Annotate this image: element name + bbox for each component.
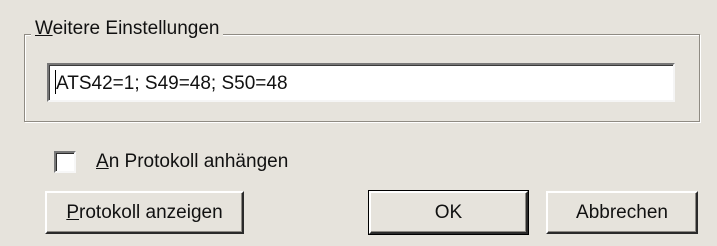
cancel-button-label: Abbrechen (576, 202, 668, 223)
ok-button[interactable]: OK (368, 190, 529, 235)
ok-button-label: OK (434, 202, 463, 223)
show-log-button-mnemonic: P (66, 202, 80, 223)
cancel-button[interactable]: Abbrechen (546, 191, 698, 234)
append-to-log-label[interactable]: An Protokoll anhängen (96, 150, 288, 174)
further-settings-input[interactable]: ATS42=1; S49=48; S50=48 (47, 63, 675, 102)
append-to-log-label-text: n Protokoll anhängen (108, 151, 289, 172)
further-settings-title: Weitere Einstellungen (31, 17, 224, 41)
append-to-log-label-mnemonic: A (96, 151, 109, 172)
further-settings-title-text: eitere Einstellungen (52, 18, 220, 39)
show-log-button-label: rotokoll anzeigen (79, 202, 223, 223)
further-settings-input-value: ATS42=1; S49=48; S50=48 (56, 73, 288, 94)
further-settings-title-mnemonic: W (35, 18, 53, 39)
append-to-log-checkbox[interactable] (54, 151, 76, 173)
settings-dialog: Weitere Einstellungen ATS42=1; S49=48; S… (0, 0, 717, 246)
show-log-button[interactable]: Protokoll anzeigen (45, 191, 244, 234)
